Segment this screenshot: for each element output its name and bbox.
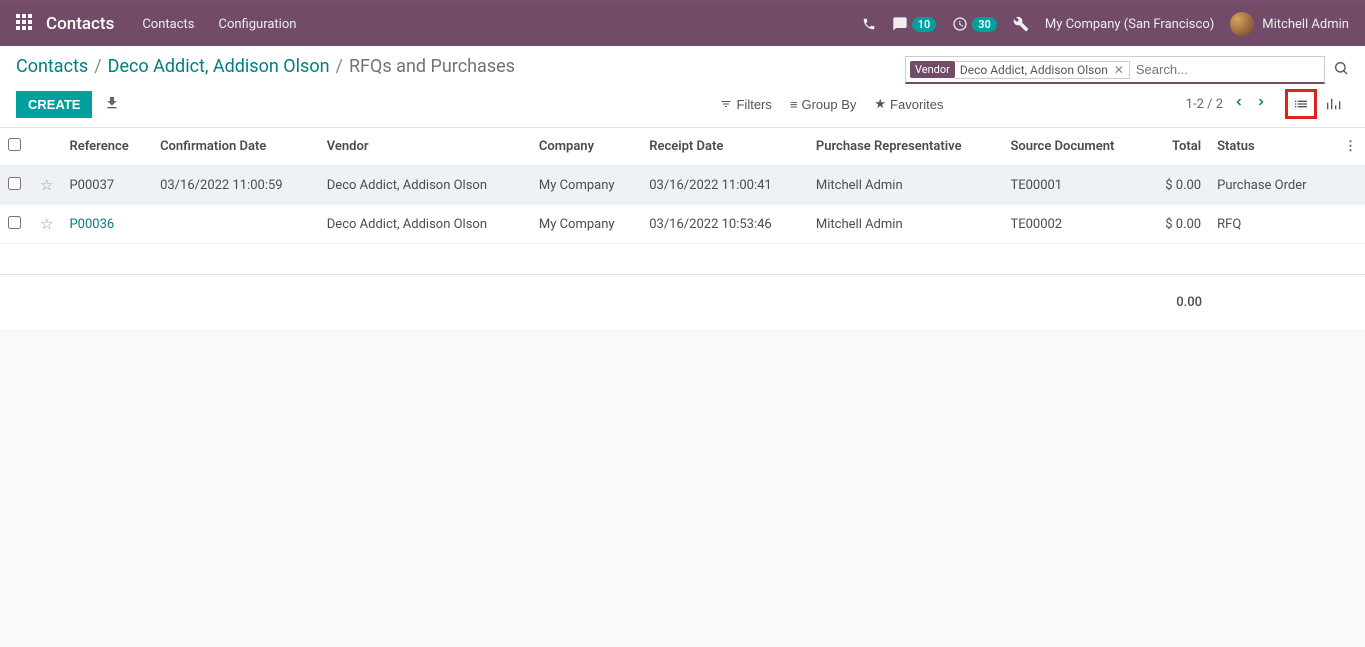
search-icon[interactable] [1333, 60, 1349, 80]
facet-remove-icon[interactable]: ✕ [1114, 63, 1124, 77]
filters-button[interactable]: Filters [720, 97, 771, 112]
pager-prev-icon[interactable] [1233, 96, 1245, 112]
cell-status: Purchase Order [1209, 166, 1336, 205]
favorites-button[interactable]: ★ Favorites [874, 96, 943, 112]
col-confirmation-date[interactable]: Confirmation Date [152, 128, 319, 166]
activities-icon[interactable]: 30 [952, 16, 997, 32]
purchase-list: Reference Confirmation Date Vendor Compa… [0, 128, 1365, 331]
cell-company: My Company [531, 166, 641, 205]
cell-company: My Company [531, 205, 641, 244]
cell-vendor: Deco Addict, Addison Olson [319, 166, 531, 205]
cell-reference: P00036 [61, 205, 152, 244]
breadcrumb-contact[interactable]: Deco Addict, Addison Olson [108, 56, 330, 77]
cell-total: $ 0.00 [1147, 205, 1209, 244]
messages-icon[interactable]: 10 [892, 16, 937, 32]
cell-source: TE00002 [1002, 205, 1146, 244]
cell-status: RFQ [1209, 205, 1336, 244]
cell-source: TE00001 [1002, 166, 1146, 205]
nav-configuration[interactable]: Configuration [218, 17, 296, 32]
topbar: Contacts Contacts Configuration 10 30 My… [0, 2, 1365, 46]
col-reference[interactable]: Reference [61, 128, 152, 166]
footer-total: 0.00 [1090, 275, 1210, 331]
search-facet-value: Deco Addict, Addison Olson ✕ [955, 61, 1130, 79]
footer-row: 0.00 [0, 275, 1365, 331]
search-input[interactable] [1136, 62, 1320, 77]
nav-contacts[interactable]: Contacts [142, 17, 194, 32]
cell-total: $ 0.00 [1147, 166, 1209, 205]
app-title[interactable]: Contacts [46, 14, 114, 34]
cell-confirmation-date [152, 205, 319, 244]
row-checkbox[interactable] [8, 216, 21, 229]
col-total[interactable]: Total [1147, 128, 1209, 166]
breadcrumb: Contacts / Deco Addict, Addison Olson / … [16, 56, 905, 77]
col-company[interactable]: Company [531, 128, 641, 166]
row-checkbox[interactable] [8, 177, 21, 190]
cell-rep: Mitchell Admin [808, 166, 1003, 205]
company-name: My Company (San Francisco) [1045, 17, 1214, 32]
cell-receipt-date: 03/16/2022 11:00:41 [641, 166, 808, 205]
breadcrumb-root[interactable]: Contacts [16, 56, 88, 77]
star-icon[interactable]: ☆ [40, 215, 53, 233]
star-icon[interactable]: ☆ [40, 176, 53, 194]
table-row[interactable]: ☆ P00036 Deco Addict, Addison Olson My C… [0, 205, 1365, 244]
cell-vendor: Deco Addict, Addison Olson [319, 205, 531, 244]
messages-badge: 10 [912, 17, 937, 32]
cell-rep: Mitchell Admin [808, 205, 1003, 244]
select-all-checkbox[interactable] [8, 138, 21, 151]
breadcrumb-current: RFQs and Purchases [349, 56, 515, 77]
col-vendor[interactable]: Vendor [319, 128, 531, 166]
search-box[interactable]: Vendor Deco Addict, Addison Olson ✕ [905, 56, 1325, 84]
user-name: Mitchell Admin [1262, 17, 1349, 32]
phone-icon[interactable] [862, 17, 876, 31]
col-rep[interactable]: Purchase Representative [808, 128, 1003, 166]
pager-count[interactable]: 1-2 / 2 [1186, 97, 1223, 112]
pager-next-icon[interactable] [1255, 96, 1267, 112]
cell-confirmation-date: 03/16/2022 11:00:59 [152, 166, 319, 205]
cell-reference: P00037 [61, 166, 152, 205]
table-row[interactable]: ☆ P00037 03/16/2022 11:00:59 Deco Addict… [0, 166, 1365, 205]
user-menu[interactable]: Mitchell Admin [1230, 12, 1349, 36]
cell-receipt-date: 03/16/2022 10:53:46 [641, 205, 808, 244]
create-button[interactable]: CREATE [16, 91, 92, 118]
export-button[interactable] [104, 95, 120, 114]
pager: 1-2 / 2 [1186, 96, 1267, 112]
apps-icon[interactable] [16, 14, 32, 34]
search-facet-label: Vendor [910, 61, 955, 78]
groupby-button[interactable]: ≡ Group By [790, 97, 857, 112]
column-options-icon[interactable]: ⋮ [1344, 139, 1357, 154]
reference-link[interactable]: P00036 [69, 217, 114, 232]
list-view-button[interactable] [1285, 89, 1317, 119]
col-receipt-date[interactable]: Receipt Date [641, 128, 808, 166]
col-status[interactable]: Status [1209, 128, 1336, 166]
activities-badge: 30 [972, 17, 997, 32]
avatar [1230, 12, 1254, 36]
graph-view-button[interactable] [1317, 89, 1349, 119]
control-panel: Contacts / Deco Addict, Addison Olson / … [0, 46, 1365, 128]
company-switcher[interactable]: My Company (San Francisco) [1045, 17, 1214, 32]
col-source[interactable]: Source Document [1002, 128, 1146, 166]
debug-icon[interactable] [1013, 16, 1029, 32]
